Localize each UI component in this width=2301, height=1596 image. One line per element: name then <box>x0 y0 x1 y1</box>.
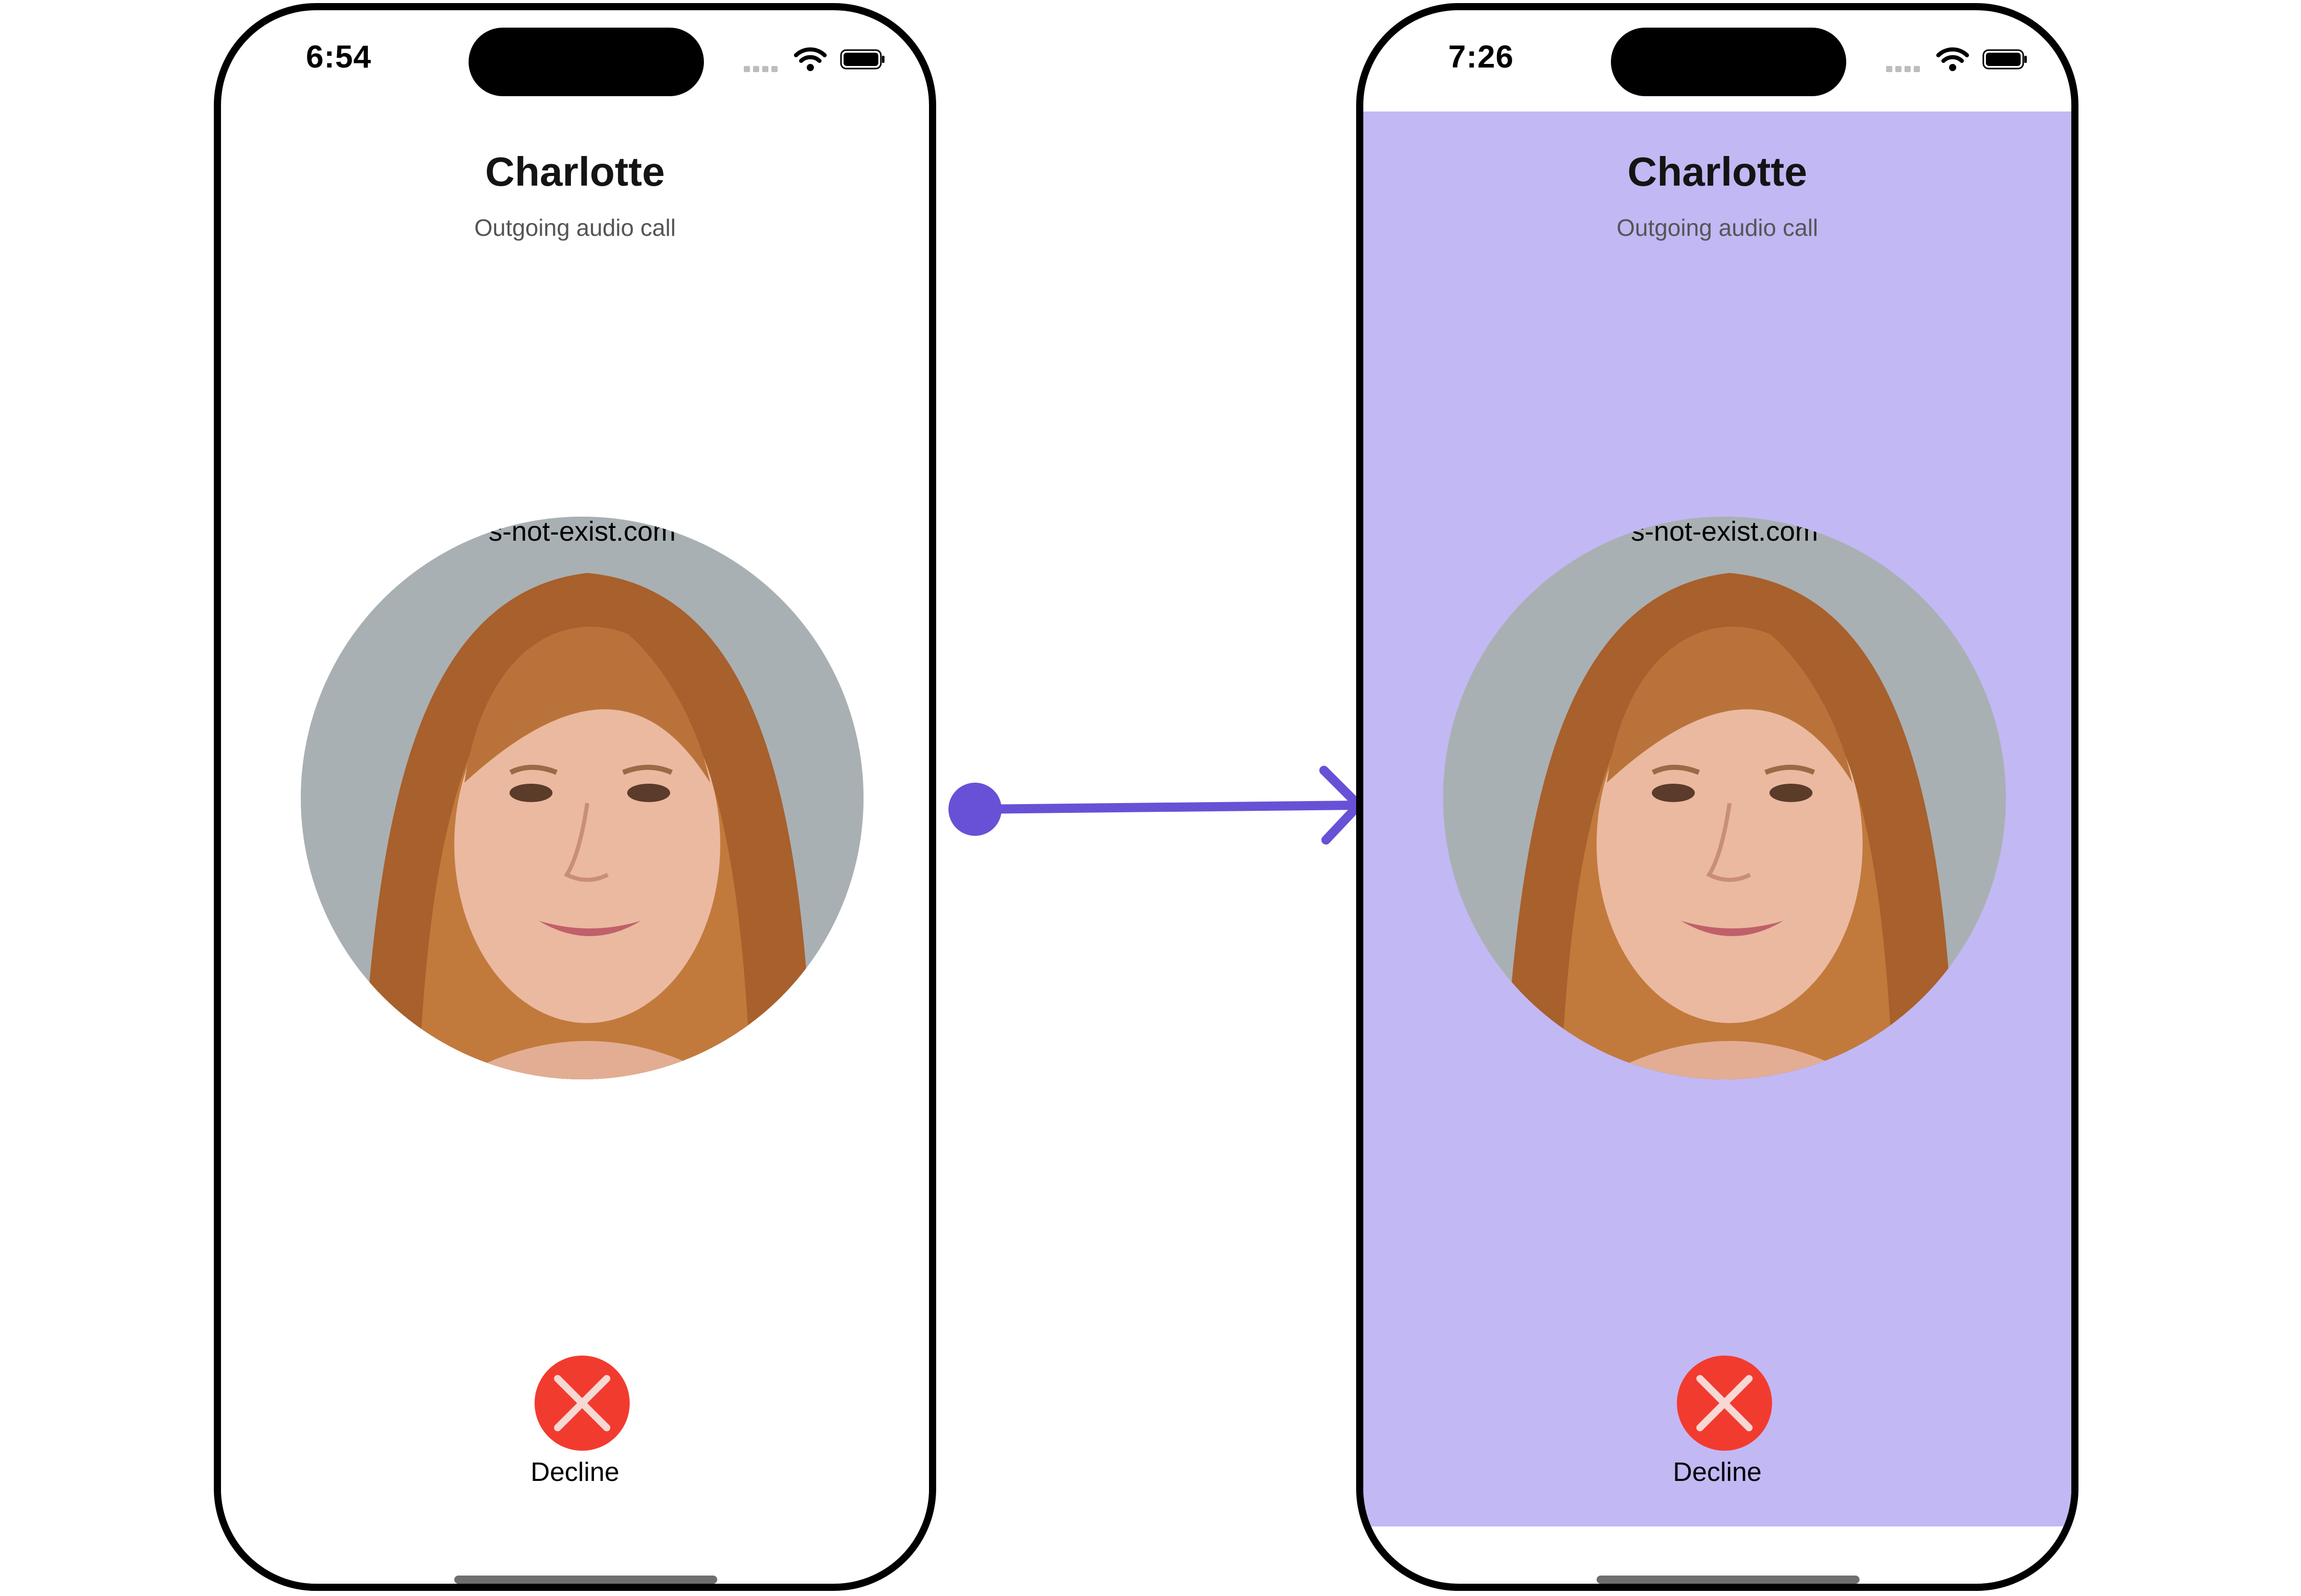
dynamic-island <box>469 28 704 96</box>
avatar-portrait <box>1443 517 2006 1079</box>
phone-before: 6:54 Charlotte Outgoing audio call s-not… <box>214 3 936 1591</box>
contact-name: Charlotte <box>485 149 665 194</box>
wifi-icon <box>1936 47 1969 71</box>
dynamic-island <box>1611 28 1846 96</box>
decline-label: Decline <box>530 1457 620 1487</box>
contact-name: Charlotte <box>1627 149 1807 194</box>
signal-dots-icon <box>1886 65 1923 75</box>
status-bar: 6:54 <box>221 10 929 113</box>
status-bar: 7:26 <box>1363 10 2071 113</box>
decline-label: Decline <box>1673 1457 1762 1487</box>
close-icon <box>554 1375 610 1431</box>
status-time: 6:54 <box>306 39 372 75</box>
avatar-watermark: s-not-exist.com <box>1630 517 1819 547</box>
call-status-text: Outgoing audio call <box>474 214 676 241</box>
contact-avatar: s-not-exist.com <box>1443 517 2006 1079</box>
home-indicator[interactable] <box>1597 1576 1860 1584</box>
battery-icon <box>1982 49 2027 70</box>
transition-arrow-icon <box>948 766 1363 845</box>
home-indicator[interactable] <box>454 1576 717 1584</box>
avatar-portrait <box>301 517 864 1079</box>
wifi-icon <box>794 47 827 71</box>
avatar-watermark: s-not-exist.com <box>488 517 676 547</box>
call-status-text: Outgoing audio call <box>1617 214 1818 241</box>
close-icon <box>1696 1375 1753 1431</box>
phone-after: 7:26 Charlotte Outgoing audio call s-not… <box>1356 3 2078 1591</box>
contact-avatar: s-not-exist.com <box>301 517 864 1079</box>
signal-dots-icon <box>744 65 781 75</box>
decline-button[interactable] <box>1677 1356 1772 1451</box>
decline-button[interactable] <box>535 1356 630 1451</box>
battery-icon <box>840 49 884 70</box>
status-time: 7:26 <box>1448 39 1514 75</box>
